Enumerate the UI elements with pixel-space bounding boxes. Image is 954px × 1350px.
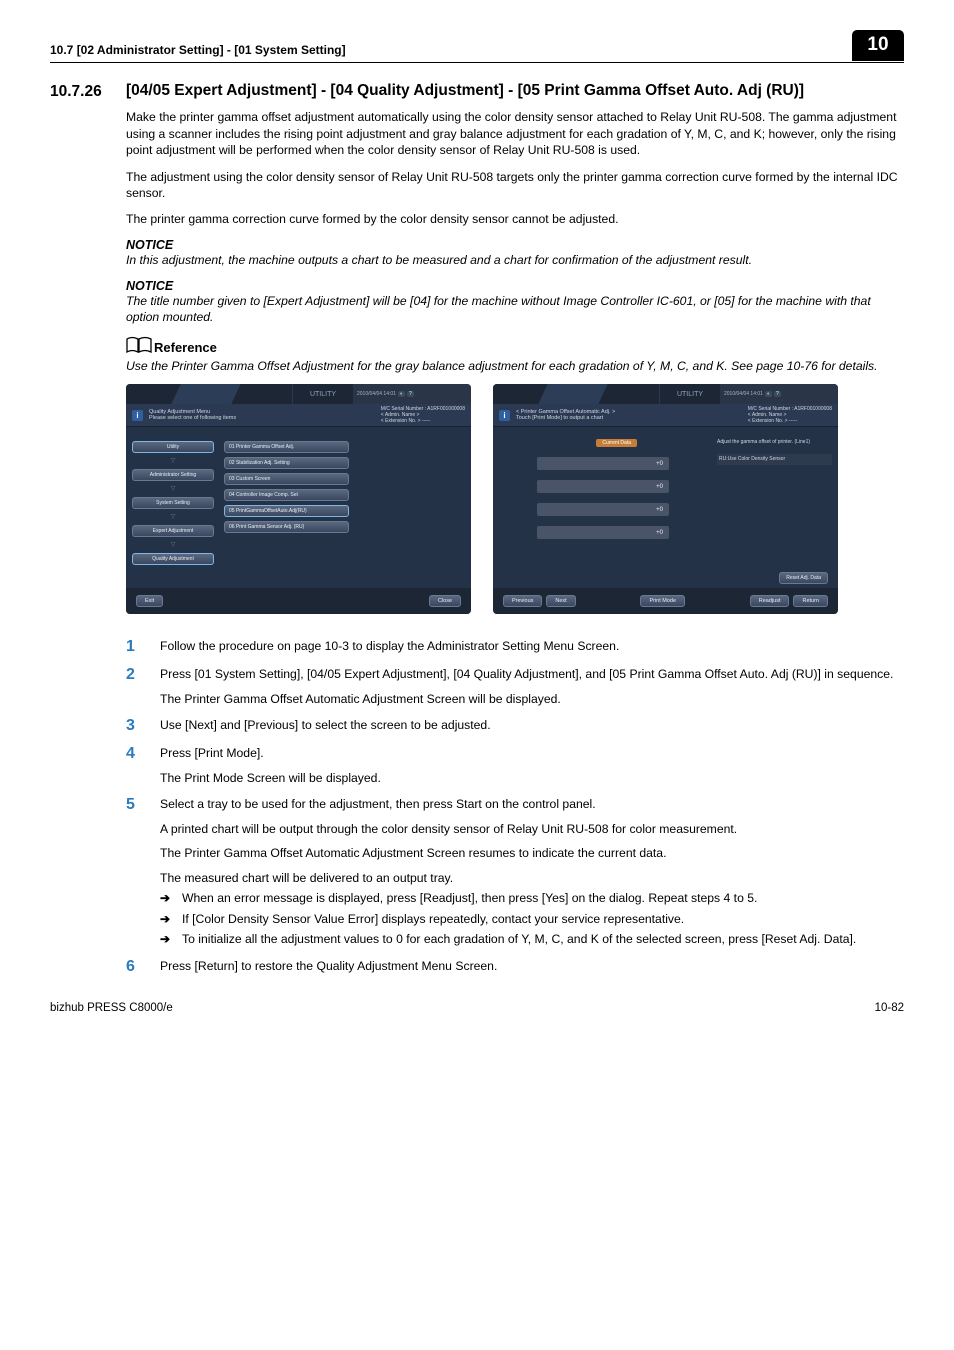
reset-adj-data-button[interactable]: Reset Adj. Data: [779, 572, 828, 584]
chevron-down-icon: ▽: [132, 487, 214, 491]
screenshot-menu: UTILITY 2010/04/04 14:01 ◐ ? i Quality A…: [126, 384, 471, 614]
footer-model: bizhub PRESS C8000/e: [50, 1002, 173, 1014]
utility-label: UTILITY: [293, 384, 353, 404]
close-button[interactable]: Close: [429, 595, 461, 607]
notice-heading: NOTICE: [126, 279, 904, 293]
utility-label: UTILITY: [660, 384, 720, 404]
reference-body: Use the Printer Gamma Offset Adjustment …: [126, 359, 904, 375]
crumb-admin-setting[interactable]: Administrator Setting: [132, 469, 214, 481]
info-icon: i: [132, 410, 143, 421]
adjust-hint: Adjust the gamma offset of printer. (Lin…: [717, 439, 832, 446]
chapter-tab: 10: [852, 30, 904, 61]
arrow-icon: ➔: [160, 931, 174, 947]
step-bullet: If [Color Density Sensor Value Error] di…: [182, 911, 684, 927]
section-title: [04/05 Expert Adjustment] - [04 Quality …: [126, 81, 804, 101]
reference-heading: Reference: [154, 340, 217, 355]
step-subtext: A printed chart will be output through t…: [160, 821, 904, 837]
return-button[interactable]: Return: [793, 595, 828, 607]
notice-body: The title number given to [Expert Adjust…: [126, 294, 904, 326]
memory-icon: ◐: [398, 391, 405, 397]
menu-option[interactable]: 01 Printer Gamma Offset Adj.: [224, 441, 349, 453]
screenshot-row: UTILITY 2010/04/04 14:01 ◐ ? i Quality A…: [126, 384, 904, 614]
screenshot-adjustment: UTILITY 2010/04/04 14:01 ◐ ? i < Printer…: [493, 384, 838, 614]
current-data-button[interactable]: Current Data: [596, 439, 637, 447]
step-text: Use [Next] and [Previous] to select the …: [160, 717, 904, 735]
value-box: +0: [537, 480, 669, 493]
value-box: +0: [537, 526, 669, 539]
notice-body: In this adjustment, the machine outputs …: [126, 253, 904, 269]
sub-desc: Touch [Print Mode] to output a chart: [516, 415, 615, 421]
step-text: Press [Print Mode].: [160, 745, 904, 761]
step-number: 5: [126, 796, 140, 947]
step-text: Follow the procedure on page 10-3 to dis…: [160, 638, 904, 656]
info-icon: i: [499, 410, 510, 421]
book-icon: [126, 336, 152, 359]
menu-option[interactable]: 04 Controller Image Comp. Set: [224, 489, 349, 501]
crumb-quality-adj[interactable]: Quality Adjustment: [132, 553, 214, 565]
sub-desc: Please select one of following items: [149, 415, 236, 421]
page-header: 10.7 [02 Administrator Setting] - [01 Sy…: [50, 30, 904, 63]
step-number: 6: [126, 958, 140, 976]
chevron-down-icon: ▽: [132, 459, 214, 463]
step-text: Press [Return] to restore the Quality Ad…: [160, 958, 904, 976]
step-subtext: The Print Mode Screen will be displayed.: [160, 770, 904, 786]
arrow-icon: ➔: [160, 911, 174, 927]
chevron-down-icon: ▽: [132, 515, 214, 519]
print-mode-button[interactable]: Print Mode: [640, 595, 685, 607]
step-text: Select a tray to be used for the adjustm…: [160, 796, 904, 812]
paragraph: The adjustment using the color density s…: [126, 169, 904, 202]
paragraph: Make the printer gamma offset adjustment…: [126, 109, 904, 158]
paragraph: The printer gamma correction curve forme…: [126, 211, 904, 227]
datetime: 2010/04/04 14:01: [724, 391, 763, 397]
crumb-expert-adj[interactable]: Expert Adjustment: [132, 525, 214, 537]
step-subtext: The measured chart will be delivered to …: [160, 870, 904, 886]
step-subtext: The Printer Gamma Offset Automatic Adjus…: [160, 845, 904, 861]
step-text: Press [01 System Setting], [04/05 Expert…: [160, 666, 904, 682]
memory-icon: ◐: [765, 391, 772, 397]
step-number: 2: [126, 666, 140, 707]
step-bullet: When an error message is displayed, pres…: [182, 890, 757, 906]
menu-option[interactable]: 02 Stabilization Adj. Setting: [224, 457, 349, 469]
section-number: 10.7.26: [50, 83, 114, 101]
menu-option[interactable]: 03 Custom Screen: [224, 473, 349, 485]
crumb-system-setting[interactable]: System Setting: [132, 497, 214, 509]
help-icon[interactable]: ?: [774, 391, 781, 397]
datetime: 2010/04/04 14:01: [357, 391, 396, 397]
footer-page: 10-82: [875, 1002, 904, 1014]
previous-button[interactable]: Previous: [503, 595, 542, 607]
header-breadcrumb: 10.7 [02 Administrator Setting] - [01 Sy…: [50, 43, 346, 61]
page-footer: bizhub PRESS C8000/e 10-82: [50, 1002, 904, 1014]
menu-option[interactable]: 06 Print Gamma Sensor Adj. (RU): [224, 521, 349, 533]
menu-option[interactable]: 05 PrintGammaOffsetAuto.Adj(RU): [224, 505, 349, 517]
extension-no: < Extension No. > -----: [381, 418, 465, 424]
value-box: +0: [537, 457, 669, 470]
next-button[interactable]: Next: [546, 595, 575, 607]
exit-button[interactable]: Exit: [136, 595, 163, 607]
chevron-down-icon: ▽: [132, 543, 214, 547]
notice-heading: NOTICE: [126, 238, 904, 252]
steps-list: 1 Follow the procedure on page 10-3 to d…: [126, 638, 904, 975]
extension-no: < Extension No. > -----: [748, 418, 832, 424]
step-number: 1: [126, 638, 140, 656]
step-number: 4: [126, 745, 140, 786]
crumb-utility[interactable]: Utility: [132, 441, 214, 453]
step-subtext: The Printer Gamma Offset Automatic Adjus…: [160, 691, 904, 707]
readjust-button[interactable]: Readjust: [750, 595, 790, 607]
arrow-icon: ➔: [160, 890, 174, 906]
sensor-label: RU:Use Color Density Sensor: [717, 454, 832, 465]
step-bullet: To initialize all the adjustment values …: [182, 931, 856, 947]
step-number: 3: [126, 717, 140, 735]
value-box: +0: [537, 503, 669, 516]
help-icon[interactable]: ?: [407, 391, 414, 397]
